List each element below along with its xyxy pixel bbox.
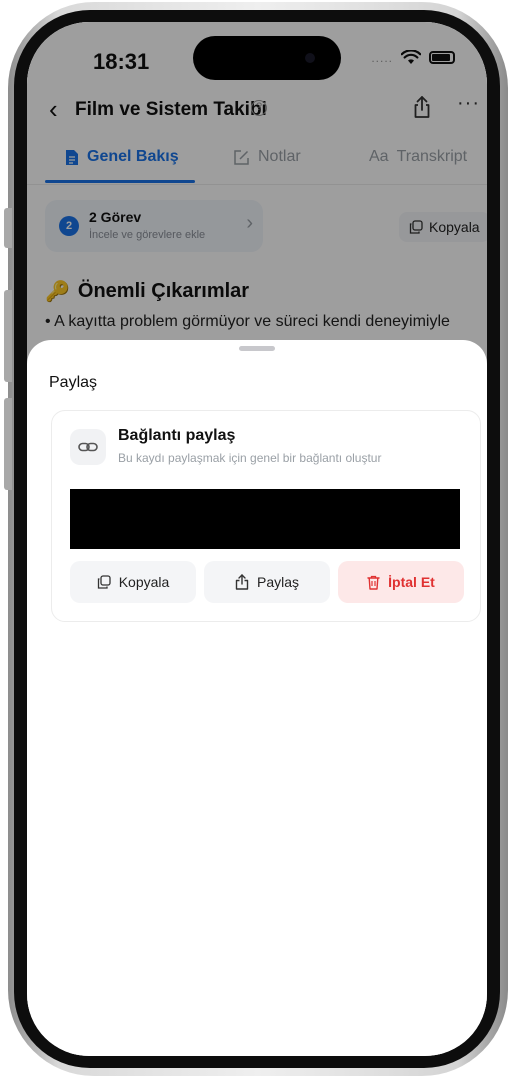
cancel-share-button[interactable]: İptal Et	[338, 561, 464, 603]
cancel-share-label: İptal Et	[388, 574, 435, 590]
link-icon-container	[70, 429, 106, 465]
link-subtitle: Bu kaydı paylaşmak için genel bir bağlan…	[118, 451, 382, 465]
side-button-volume-down	[4, 398, 12, 490]
screen: 18:31 ..... ‹ Film ve Sistem Takibi ? ··…	[27, 22, 487, 1056]
side-button-mute	[4, 208, 12, 248]
side-button-volume-up	[4, 290, 12, 382]
sheet-grabber[interactable]	[239, 346, 275, 351]
copy-button[interactable]: Kopyala	[70, 561, 196, 603]
share-button[interactable]: Paylaş	[204, 561, 330, 603]
redacted-link-field[interactable]	[70, 489, 460, 549]
link-icon	[78, 442, 98, 452]
copy-icon	[97, 575, 111, 589]
sheet-title: Paylaş	[49, 374, 98, 391]
trash-icon	[367, 575, 380, 590]
share-button-label: Paylaş	[256, 574, 300, 590]
share-link-card: Bağlantı paylaş Bu kaydı paylaşmak için …	[51, 410, 481, 622]
share-sheet: Paylaş Bağlantı paylaş Bu kaydı paylaşma…	[27, 340, 487, 1056]
share-icon	[235, 574, 249, 590]
link-title: Bağlantı paylaş	[118, 427, 236, 444]
copy-button-label: Kopyala	[118, 574, 170, 590]
